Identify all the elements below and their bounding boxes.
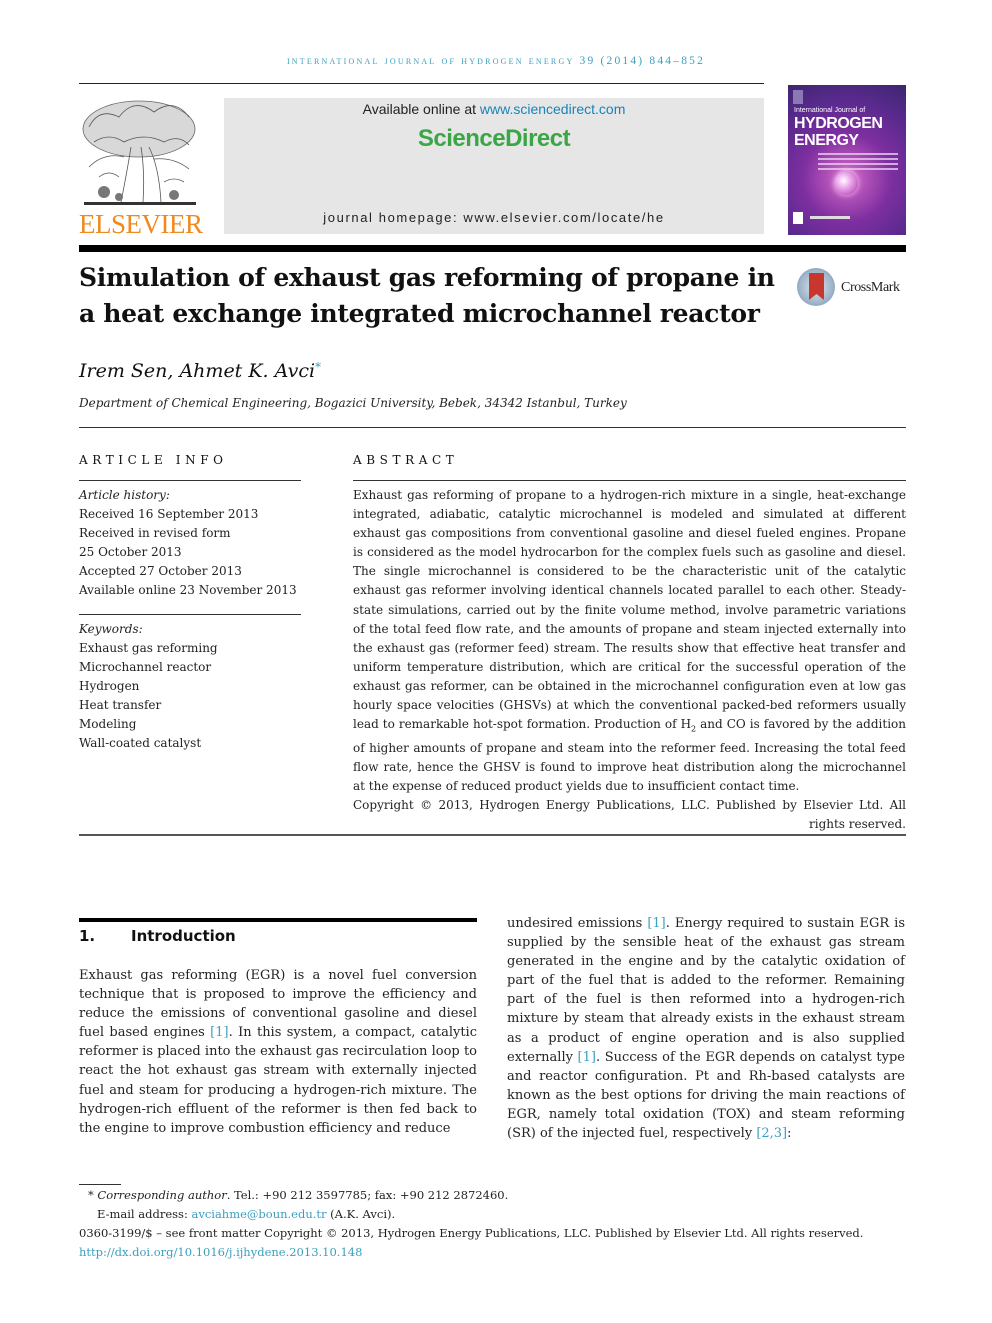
journal-cover-image[interactable]: International Journal of HYDROGEN ENERGY: [788, 85, 906, 235]
elsevier-wordmark: ELSEVIER: [79, 209, 203, 239]
cover-journal-title: HYDROGEN ENERGY: [794, 115, 883, 149]
header-divider: [79, 245, 906, 252]
available-online-line: Available online at www.sciencedirect.co…: [224, 101, 764, 117]
history-item: Available online 23 November 2013: [79, 583, 297, 597]
section-number: 1.: [79, 927, 96, 945]
sciencedirect-link[interactable]: www.sciencedirect.com: [480, 101, 626, 117]
history-item: Received 16 September 2013: [79, 507, 259, 521]
article-info-heading: ARTICLE INFO: [79, 453, 228, 467]
abstract-text-part1: Exhaust gas reforming of propane to a hy…: [353, 488, 906, 732]
corresponding-label: Corresponding author: [97, 1188, 227, 1202]
crossmark-label: CrossMark: [841, 280, 900, 295]
journal-homepage[interactable]: journal homepage: www.elsevier.com/locat…: [224, 210, 764, 225]
email-suffix: (A.K. Avci).: [326, 1207, 396, 1221]
elsevier-logo[interactable]: ELSEVIER: [79, 97, 203, 239]
body-text: undesired emissions: [507, 916, 648, 931]
keyword-item: Wall-coated catalyst: [79, 736, 202, 750]
corresponding-author-note: * Corresponding author. Tel.: +90 212 35…: [79, 1186, 909, 1205]
email-label: E-mail address:: [97, 1207, 192, 1221]
contact-numbers: . Tel.: +90 212 3597785; fax: +90 212 28…: [226, 1188, 509, 1202]
email-note: E-mail address: avciahme@boun.edu.tr (A.…: [79, 1205, 909, 1224]
article-title: Simulation of exhaust gas reforming of p…: [79, 263, 775, 328]
abstract-divider: [353, 480, 906, 481]
section-heading: 1. Introduction: [79, 927, 236, 945]
keyword-item: Modeling: [79, 717, 137, 731]
top-rule: [79, 83, 764, 84]
abstract-body: Exhaust gas reforming of propane to a hy…: [353, 486, 906, 834]
keyword-item: Exhaust gas reforming: [79, 641, 218, 655]
corresponding-author-link[interactable]: *: [315, 360, 321, 374]
cover-line2: HYDROGEN: [794, 115, 883, 132]
keywords-divider: [79, 614, 301, 615]
abstract-text: Exhaust gas reforming of propane to a hy…: [353, 486, 906, 796]
citation-link[interactable]: [1]: [578, 1050, 596, 1065]
article-history: Article history: Received 16 September 2…: [79, 486, 301, 600]
cover-publisher-logo: [793, 212, 803, 224]
affiliation-divider: [79, 427, 906, 428]
affiliation: Department of Chemical Engineering, Boga…: [79, 396, 627, 410]
section-title: Introduction: [131, 927, 236, 945]
footnote-rule: [79, 1184, 121, 1185]
keywords-list: Keywords: Exhaust gas reforming Microcha…: [79, 620, 301, 753]
cover-sciencedirect-mark: [810, 216, 850, 219]
body-text: . In this system, a compact, catalytic r…: [79, 1025, 477, 1136]
body-column-right: undesired emissions [1]. Energy required…: [507, 914, 905, 1143]
keyword-item: Heat transfer: [79, 698, 162, 712]
keywords-label: Keywords:: [79, 622, 143, 636]
keyword-item: Microchannel reactor: [79, 660, 212, 674]
citation-link[interactable]: [1]: [210, 1025, 228, 1040]
sciencedirect-banner: Available online at www.sciencedirect.co…: [224, 98, 764, 234]
footnote-star: *: [88, 1188, 94, 1202]
article-info-divider: [79, 480, 301, 481]
cover-elsevier-mark: [793, 90, 803, 104]
cover-line3: ENERGY: [794, 132, 859, 149]
elsevier-tree-icon: [82, 100, 196, 205]
running-head: International Journal of Hydrogen Energy…: [286, 55, 706, 67]
history-item: Accepted 27 October 2013: [79, 564, 242, 578]
cover-editors: [818, 153, 898, 173]
author-list: Irem Sen, Ahmet K. Avci*: [79, 360, 321, 382]
abstract-heading: ABSTRACT: [353, 453, 459, 467]
citation-link[interactable]: [1]: [647, 916, 665, 931]
body-text: . Energy required to sustain EGR is supp…: [507, 916, 905, 1065]
abstract-bottom-rule: [79, 834, 906, 836]
body-text: :: [787, 1126, 792, 1142]
article-history-label: Article history:: [79, 488, 170, 502]
history-item: 25 October 2013: [79, 545, 182, 559]
email-link[interactable]: avciahme@boun.edu.tr: [191, 1207, 326, 1221]
issn-line: 0360-3199/$ – see front matter Copyright…: [79, 1226, 864, 1240]
cover-journal-line1: International Journal of: [794, 107, 866, 114]
authors-names: Irem Sen, Ahmet K. Avci: [79, 360, 316, 382]
citation-link[interactable]: [2,3]: [756, 1126, 787, 1141]
crossmark-button[interactable]: CrossMark: [797, 268, 907, 310]
footnotes: * Corresponding author. Tel.: +90 212 35…: [79, 1186, 909, 1262]
cover-orb-graphic: [834, 171, 858, 195]
keyword-item: Hydrogen: [79, 679, 140, 693]
sciencedirect-logo[interactable]: ScienceDirect: [224, 125, 764, 153]
section-rule: [79, 918, 477, 922]
body-column-left: Exhaust gas reforming (EGR) is a novel f…: [79, 966, 477, 1138]
available-online-label: Available online at: [362, 101, 480, 117]
history-item: Received in revised form: [79, 526, 231, 540]
doi-link[interactable]: http://dx.doi.org/10.1016/j.ijhydene.201…: [79, 1243, 909, 1262]
abstract-copyright: Copyright © 2013, Hydrogen Energy Public…: [353, 797, 906, 831]
